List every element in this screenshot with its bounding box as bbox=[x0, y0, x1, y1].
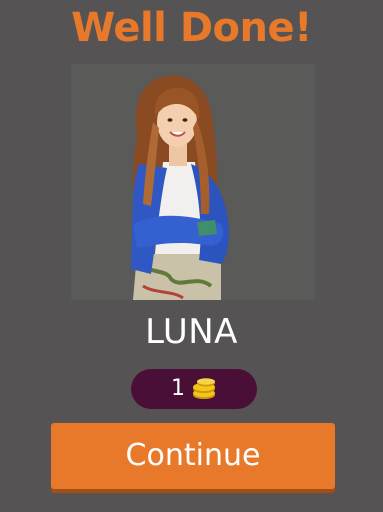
character-photo bbox=[71, 64, 315, 300]
answer-text: LUNA bbox=[145, 312, 238, 352]
well-done-title: Well Done! bbox=[71, 5, 312, 51]
coin-count: 1 bbox=[171, 376, 185, 401]
level-complete-screen: Well Done! LUNA 1 Continue bbox=[0, 0, 383, 512]
coin-reward-badge: 1 bbox=[131, 369, 257, 409]
coin-stack-icon bbox=[191, 378, 217, 400]
continue-button-label: Continue bbox=[125, 438, 261, 473]
continue-button[interactable]: Continue bbox=[51, 423, 335, 489]
